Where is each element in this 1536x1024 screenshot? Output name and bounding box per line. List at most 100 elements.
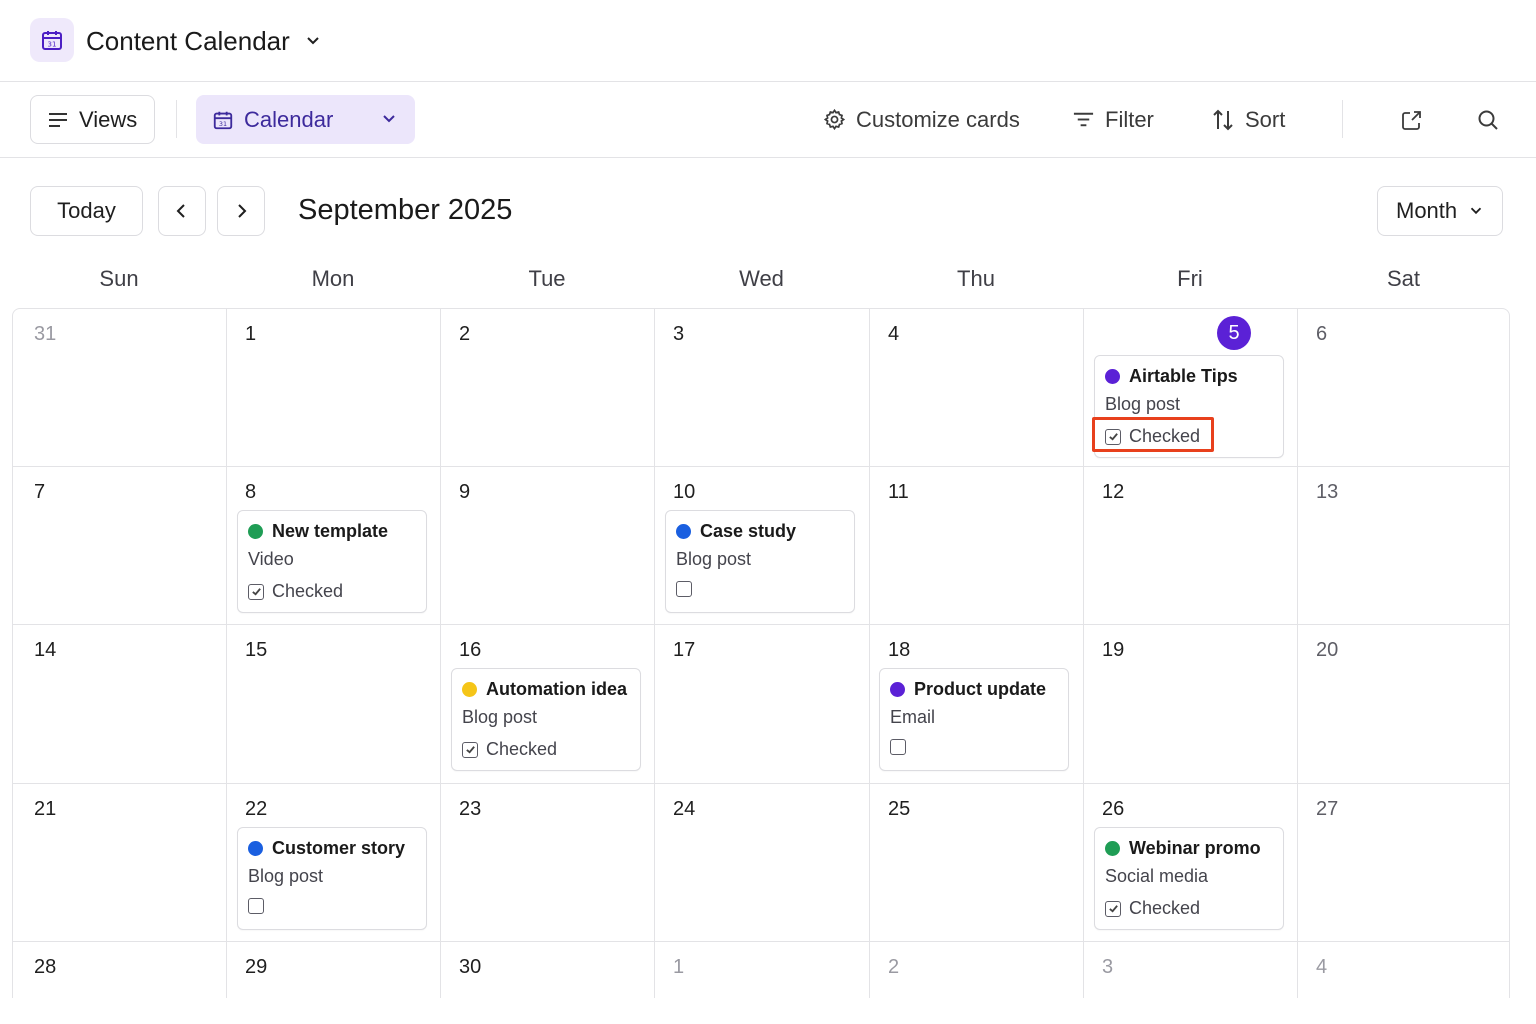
day-cell[interactable]: 26 Webinar promo Social media Checked	[1084, 784, 1298, 942]
event-checkbox-field[interactable]	[890, 739, 906, 755]
day-cell[interactable]: 21	[13, 784, 227, 942]
event-card[interactable]: New template Video Checked	[237, 510, 427, 613]
event-checkbox-field[interactable]: Checked	[462, 739, 557, 760]
day-number: 8	[245, 481, 257, 503]
weekday-sat: Sat	[1386, 266, 1421, 291]
day-cell[interactable]: 18 Product update Email	[870, 625, 1084, 784]
filter-label: Filter	[1105, 106, 1154, 132]
status-dot-icon	[890, 682, 905, 697]
event-title-text: New template	[272, 521, 389, 541]
day-cell[interactable]: 2	[870, 942, 1084, 998]
event-checkbox-field[interactable]: Checked	[1105, 898, 1200, 919]
event-title: Case study	[676, 521, 796, 542]
checkbox-empty-icon[interactable]	[248, 898, 264, 914]
status-dot-icon	[462, 682, 477, 697]
next-month-button[interactable]	[217, 186, 265, 236]
day-cell[interactable]: 20	[1298, 625, 1509, 784]
checkbox-checked-icon[interactable]	[462, 741, 478, 758]
day-number: 20	[1316, 639, 1339, 661]
day-cell[interactable]: 5 Airtable Tips Blog post Checked	[1084, 309, 1298, 467]
day-cell[interactable]: 4	[870, 309, 1084, 467]
menu-icon	[49, 112, 67, 127]
customize-cards-button[interactable]: Customize cards	[823, 95, 1020, 144]
day-number: 1	[673, 956, 685, 978]
day-cell[interactable]: 29	[227, 942, 441, 998]
chevron-down-icon	[383, 115, 395, 123]
search-button[interactable]	[1463, 95, 1512, 144]
day-cell[interactable]: 6	[1298, 309, 1509, 467]
checkbox-empty-icon[interactable]	[676, 581, 692, 597]
day-number: 3	[673, 323, 685, 345]
day-cell[interactable]: 24	[655, 784, 870, 942]
day-cell[interactable]: 12	[1084, 467, 1298, 625]
day-cell[interactable]: 8 New template Video Checked	[227, 467, 441, 625]
day-number: 22	[245, 798, 268, 820]
share-icon	[1401, 110, 1421, 130]
event-card[interactable]: Case study Blog post	[665, 510, 855, 613]
day-cell[interactable]: 19	[1084, 625, 1298, 784]
share-button[interactable]	[1387, 95, 1436, 144]
day-cell[interactable]: 23	[441, 784, 655, 942]
weekday-tue: Tue	[528, 266, 566, 291]
day-number: 13	[1316, 481, 1339, 503]
event-checkbox-field[interactable]: Checked	[248, 581, 343, 602]
event-card[interactable]: Automation idea Blog post Checked	[451, 668, 641, 771]
day-number: 2	[888, 956, 900, 978]
day-cell[interactable]: 14	[13, 625, 227, 784]
day-number: 28	[34, 956, 57, 978]
day-cell[interactable]: 31	[13, 309, 227, 467]
day-number: 4	[1316, 956, 1328, 978]
day-cell[interactable]: 16 Automation idea Blog post Checked	[441, 625, 655, 784]
day-cell[interactable]: 7	[13, 467, 227, 625]
today-button[interactable]: Today	[30, 186, 143, 236]
day-cell[interactable]: 11	[870, 467, 1084, 625]
event-card[interactable]: Product update Email	[879, 668, 1069, 771]
day-cell[interactable]: 2	[441, 309, 655, 467]
day-cell[interactable]: 30	[441, 942, 655, 998]
calendar-app-icon[interactable]: 31	[30, 18, 74, 62]
views-button[interactable]: Views	[30, 95, 155, 144]
event-card[interactable]: Customer story Blog post	[237, 827, 427, 930]
view-mode-dropdown[interactable]: Month	[1377, 186, 1503, 236]
event-card[interactable]: Webinar promo Social media Checked	[1094, 827, 1284, 930]
day-cell[interactable]: 22 Customer story Blog post	[227, 784, 441, 942]
event-title-text: Case study	[700, 521, 797, 541]
weekday-sun: Sun	[99, 266, 139, 291]
filter-button[interactable]: Filter	[1072, 95, 1154, 144]
event-type: Social media	[1105, 866, 1209, 886]
event-checkbox-field[interactable]	[248, 898, 264, 914]
base-title[interactable]: Content Calendar	[86, 26, 290, 57]
day-cell[interactable]: 3	[1084, 942, 1298, 998]
calendar-view-button[interactable]: 31 Calendar	[196, 95, 415, 144]
day-cell[interactable]: 1	[655, 942, 870, 998]
checkbox-checked-icon[interactable]	[1105, 900, 1121, 917]
status-dot-icon	[1105, 369, 1120, 384]
event-type: Blog post	[1105, 394, 1181, 414]
day-cell[interactable]: 4	[1298, 942, 1509, 998]
weekday-mon: Mon	[311, 266, 355, 291]
day-cell[interactable]: 17	[655, 625, 870, 784]
sort-button[interactable]: Sort	[1211, 95, 1285, 144]
weekday-thu: Thu	[957, 266, 995, 291]
day-cell[interactable]: 9	[441, 467, 655, 625]
chevron-down-icon[interactable]	[302, 30, 324, 52]
event-checkbox-field[interactable]	[676, 581, 692, 597]
day-cell[interactable]: 27	[1298, 784, 1509, 942]
event-title: Product update	[890, 679, 1046, 700]
day-number: 29	[245, 956, 268, 978]
chevron-right-icon	[238, 204, 247, 218]
toolbar: Views 31 Calendar Customize cards Filter…	[0, 82, 1536, 158]
day-cell[interactable]: 10 Case study Blog post	[655, 467, 870, 625]
checkbox-empty-icon[interactable]	[890, 739, 906, 755]
day-cell[interactable]: 25	[870, 784, 1084, 942]
day-cell[interactable]: 1	[227, 309, 441, 467]
checkbox-checked-icon[interactable]	[248, 583, 264, 600]
event-type: Email	[890, 707, 936, 727]
day-cell[interactable]: 13	[1298, 467, 1509, 625]
day-cell[interactable]: 3	[655, 309, 870, 467]
previous-month-button[interactable]	[158, 186, 206, 236]
filter-icon	[1073, 112, 1094, 127]
event-title-text: Customer story	[272, 838, 406, 858]
day-cell[interactable]: 15	[227, 625, 441, 784]
day-cell[interactable]: 28	[13, 942, 227, 998]
